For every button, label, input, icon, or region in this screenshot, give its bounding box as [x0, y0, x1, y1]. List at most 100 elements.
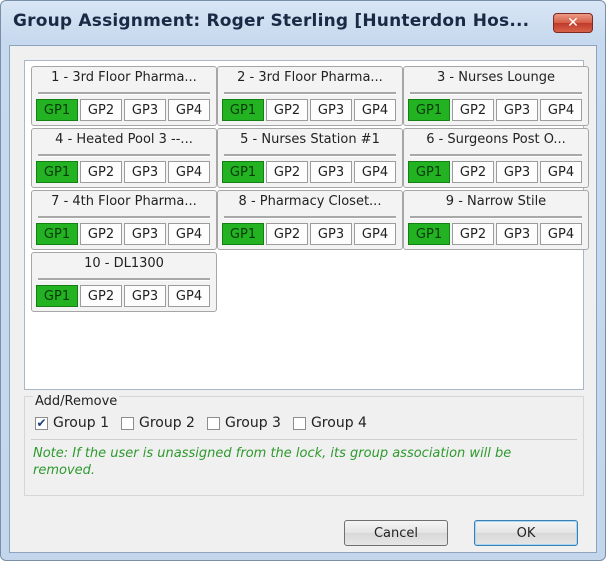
group-button-row: GP1 GP2 GP3 GP4	[222, 223, 396, 245]
checkbox-unchecked-icon[interactable]	[292, 416, 306, 430]
group-toggle-gp3[interactable]: GP3	[124, 285, 166, 307]
group-toggle-gp1[interactable]: GP1	[408, 223, 450, 245]
group-button-row: GP1 GP2 GP3 GP4	[408, 99, 582, 121]
group-button-row: GP1 GP2 GP3 GP4	[408, 223, 582, 245]
group-toggle-gp2[interactable]: GP2	[452, 99, 494, 121]
add-remove-group: Add/Remove ✔ Group 1 Group 2 Group 3 Group 4…	[24, 394, 584, 496]
group-checkbox-4[interactable]: Group 4	[292, 415, 367, 431]
group-toggle-gp2[interactable]: GP2	[452, 161, 494, 183]
lock-name: 10 - DL1300	[84, 256, 164, 271]
group-toggle-gp3[interactable]: GP3	[124, 99, 166, 121]
lock-name: 1 - 3rd Floor Pharma...	[51, 70, 197, 85]
group-toggle-gp4[interactable]: GP4	[168, 285, 210, 307]
group-toggle-gp2[interactable]: GP2	[266, 161, 308, 183]
lock-separator	[224, 154, 396, 157]
lock-tile: 6 - Surgeons Post O... GP1 GP2 GP3 GP4	[403, 128, 589, 188]
lock-separator	[38, 216, 210, 219]
group-toggle-gp4[interactable]: GP4	[168, 99, 210, 121]
close-button[interactable]: ✕	[553, 13, 593, 33]
group-toggle-gp3[interactable]: GP3	[124, 161, 166, 183]
group-toggle-gp3[interactable]: GP3	[124, 223, 166, 245]
dialog-title: Group Assignment: Roger Sterling [Hunter…	[13, 11, 530, 31]
group-toggle-gp1[interactable]: GP1	[408, 161, 450, 183]
group-toggle-gp4[interactable]: GP4	[540, 223, 582, 245]
locks-panel: 1 - 3rd Floor Pharma... GP1 GP2 GP3 GP4 2 - 3…	[24, 60, 589, 390]
lock-separator	[410, 216, 582, 219]
checkbox-label: Group 3	[224, 415, 281, 431]
divider	[31, 439, 577, 440]
lock-name: 8 - Pharmacy Closet...	[238, 194, 382, 209]
group-checkbox-3[interactable]: Group 3	[206, 415, 281, 431]
title-bar: Group Assignment: Roger Sterling [Hunter…	[1, 1, 605, 45]
group-toggle-gp2[interactable]: GP2	[80, 285, 122, 307]
group-toggle-gp4[interactable]: GP4	[168, 161, 210, 183]
lock-separator	[410, 92, 582, 95]
group-toggle-gp1[interactable]: GP1	[222, 161, 264, 183]
group-toggle-gp4[interactable]: GP4	[354, 223, 396, 245]
note-text: Note: If the user is unassigned from the…	[33, 446, 512, 478]
lock-name: 5 - Nurses Station #1	[240, 132, 380, 147]
group-toggle-gp3[interactable]: GP3	[496, 161, 538, 183]
group-toggle-gp3[interactable]: GP3	[310, 223, 352, 245]
lock-name: 4 - Heated Pool 3 --...	[55, 132, 193, 147]
lock-tile: 9 - Narrow Stile GP1 GP2 GP3 GP4	[403, 190, 589, 250]
group-button-row: GP1 GP2 GP3 GP4	[222, 161, 396, 183]
checkbox-unchecked-icon[interactable]	[120, 416, 134, 430]
group-toggle-gp2[interactable]: GP2	[452, 223, 494, 245]
group-toggle-gp1[interactable]: GP1	[36, 99, 78, 121]
group-toggle-gp2[interactable]: GP2	[80, 223, 122, 245]
group-toggle-gp4[interactable]: GP4	[540, 161, 582, 183]
checkbox-label: Group 2	[138, 415, 195, 431]
lock-name: 6 - Surgeons Post O...	[426, 132, 566, 147]
lock-tile: 1 - 3rd Floor Pharma... GP1 GP2 GP3 GP4	[31, 66, 217, 126]
group-toggle-gp4[interactable]: GP4	[354, 161, 396, 183]
group-button-row: GP1 GP2 GP3 GP4	[36, 223, 210, 245]
lock-tile: 4 - Heated Pool 3 --... GP1 GP2 GP3 GP4	[31, 128, 217, 188]
group-toggle-gp3[interactable]: GP3	[496, 223, 538, 245]
group-button-row: GP1 GP2 GP3 GP4	[222, 99, 396, 121]
lock-tile: 5 - Nurses Station #1 GP1 GP2 GP3 GP4	[217, 128, 403, 188]
group-toggle-gp1[interactable]: GP1	[222, 99, 264, 121]
lock-separator	[224, 216, 396, 219]
group-checkbox-1[interactable]: ✔ Group 1	[35, 415, 109, 431]
add-remove-legend: Add/Remove	[33, 394, 120, 409]
lock-separator	[410, 154, 582, 157]
checkbox-checked-icon[interactable]: ✔	[35, 416, 48, 430]
group-toggle-gp3[interactable]: GP3	[310, 99, 352, 121]
dialog-body: 1 - 3rd Floor Pharma... GP1 GP2 GP3 GP4 2 - 3…	[9, 45, 597, 553]
lock-separator	[38, 154, 210, 157]
group-toggle-gp4[interactable]: GP4	[540, 99, 582, 121]
group-toggle-gp2[interactable]: GP2	[266, 223, 308, 245]
group-toggle-gp4[interactable]: GP4	[354, 99, 396, 121]
lock-tile: 10 - DL1300 GP1 GP2 GP3 GP4	[31, 252, 217, 312]
lock-tile: 2 - 3rd Floor Pharma... GP1 GP2 GP3 GP4	[217, 66, 403, 126]
group-toggle-gp1[interactable]: GP1	[36, 223, 78, 245]
group-toggle-gp1[interactable]: GP1	[222, 223, 264, 245]
checkbox-label: Group 4	[310, 415, 367, 431]
lock-name: 3 - Nurses Lounge	[437, 70, 555, 85]
group-toggle-gp2[interactable]: GP2	[80, 161, 122, 183]
group-button-row: GP1 GP2 GP3 GP4	[408, 161, 582, 183]
lock-separator	[38, 278, 210, 281]
ok-button[interactable]: OK	[474, 520, 578, 546]
group-toggle-gp1[interactable]: GP1	[36, 285, 78, 307]
group-button-row: GP1 GP2 GP3 GP4	[36, 161, 210, 183]
lock-name: 7 - 4th Floor Pharma...	[51, 194, 197, 209]
group-toggle-gp2[interactable]: GP2	[80, 99, 122, 121]
group-toggle-gp2[interactable]: GP2	[266, 99, 308, 121]
cancel-button[interactable]: Cancel	[344, 520, 448, 546]
group-checkbox-row: ✔ Group 1 Group 2 Group 3 Group 4	[35, 415, 379, 431]
group-toggle-gp1[interactable]: GP1	[36, 161, 78, 183]
checkbox-unchecked-icon[interactable]	[206, 416, 220, 430]
checkbox-label: Group 1	[53, 415, 109, 431]
lock-tile: 7 - 4th Floor Pharma... GP1 GP2 GP3 GP4	[31, 190, 217, 250]
group-checkbox-2[interactable]: Group 2	[120, 415, 195, 431]
lock-name: 2 - 3rd Floor Pharma...	[237, 70, 383, 85]
group-toggle-gp3[interactable]: GP3	[496, 99, 538, 121]
group-toggle-gp3[interactable]: GP3	[310, 161, 352, 183]
group-toggle-gp4[interactable]: GP4	[168, 223, 210, 245]
lock-separator	[224, 92, 396, 95]
group-assignment-dialog: Group Assignment: Roger Sterling [Hunter…	[0, 0, 606, 561]
group-toggle-gp1[interactable]: GP1	[408, 99, 450, 121]
group-button-row: GP1 GP2 GP3 GP4	[36, 285, 210, 307]
